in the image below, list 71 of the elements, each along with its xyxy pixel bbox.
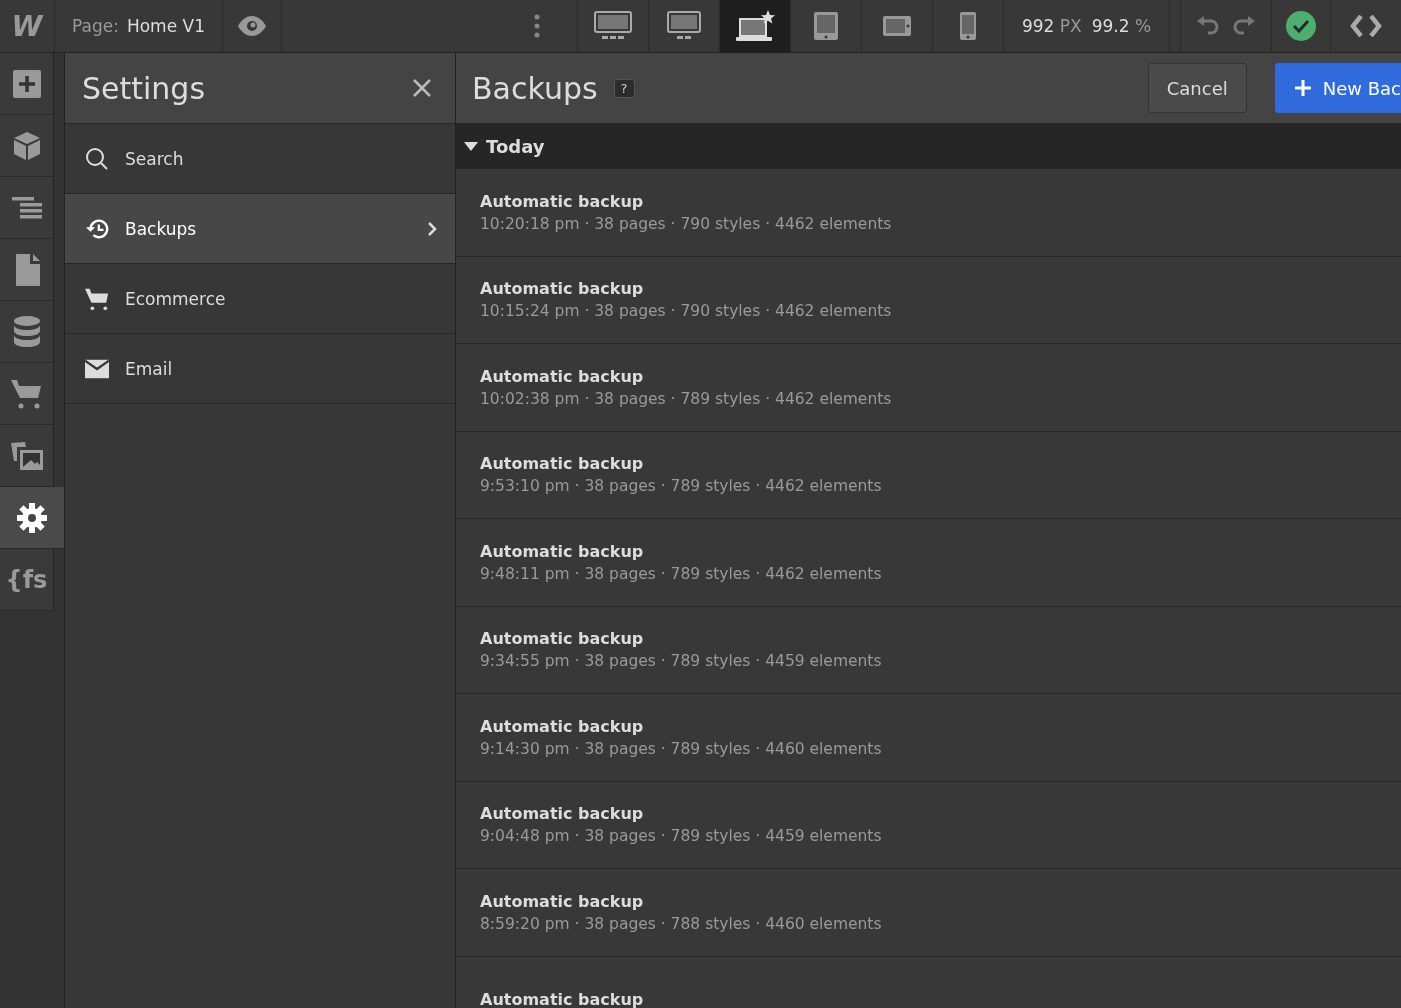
new-backup-button[interactable]: New Bac: [1274, 63, 1401, 113]
cart-icon: [85, 286, 109, 311]
settings-item[interactable]: Email: [65, 334, 455, 404]
backup-title: Automatic backup: [480, 191, 645, 211]
settings-item[interactable]: Backups: [65, 194, 455, 264]
panel-tab[interactable]: [0, 239, 54, 301]
search-icon: [85, 146, 109, 171]
panel-tab[interactable]: {fs: [0, 549, 54, 611]
panel-tab[interactable]: [0, 487, 64, 549]
undo-icon[interactable]: [1197, 16, 1219, 36]
backup-title: Automatic backup: [480, 990, 645, 1008]
desktop-icon: [594, 11, 632, 41]
code-icon[interactable]: [1350, 15, 1382, 37]
backup-details: 9:14:30 pm · 38 pages · 789 styles · 4460 elements: [480, 739, 883, 758]
backup-details: 10:15:24 pm · 38 pages · 790 styles · 4462 elements: [480, 302, 893, 321]
database-icon: [13, 315, 40, 348]
zoom-level: 99.2 %: [1091, 16, 1152, 36]
close-icon[interactable]: [413, 79, 431, 97]
panel-title: Settings: [82, 70, 206, 106]
chevron-icon: [427, 220, 437, 237]
navigator-icon: [11, 196, 42, 219]
backup-title: Automatic backup: [480, 541, 645, 561]
backup-details: 8:59:20 pm · 38 pages · 788 styles · 4460 elements: [480, 914, 883, 933]
desktop-icon: [667, 11, 701, 41]
backup-title: Automatic backup: [480, 454, 645, 474]
cancel-button[interactable]: Cancel: [1147, 63, 1247, 113]
add-icon: [12, 69, 41, 98]
panel-tab[interactable]: [0, 425, 54, 487]
backup-title: Automatic backup: [480, 279, 645, 299]
canvas-width: 992 PX: [1021, 16, 1082, 36]
check-icon[interactable]: [1286, 11, 1316, 41]
tablet-landscape-icon: [882, 15, 912, 37]
backup-details: 10:20:18 pm · 38 pages · 790 styles · 4462 elements: [480, 214, 893, 233]
page-icon: [13, 253, 40, 286]
backup-title: Automatic backup: [480, 891, 645, 911]
backup-title: Automatic backup: [480, 629, 645, 649]
help-button[interactable]: ?: [613, 78, 635, 98]
panel-tab[interactable]: [0, 177, 54, 239]
more-icon[interactable]: [534, 14, 540, 38]
backup-details: 9:04:48 pm · 38 pages · 789 styles · 4459 elements: [480, 827, 883, 846]
preview-icon[interactable]: [238, 16, 266, 36]
backup-details: 9:48:11 pm · 38 pages · 789 styles · 4462 elements: [480, 564, 883, 583]
panel-tab[interactable]: [0, 115, 54, 177]
logo[interactable]: W: [11, 9, 43, 43]
page-selector[interactable]: Page: Home V1: [55, 0, 223, 52]
images-icon: [10, 441, 43, 470]
cart-icon: [10, 378, 43, 409]
laptop-star-icon: [735, 10, 775, 42]
backup-title: Automatic backup: [480, 716, 645, 736]
panel-tab[interactable]: [0, 53, 54, 115]
settings-item[interactable]: Ecommerce: [65, 264, 455, 334]
tablet-icon: [813, 11, 839, 41]
panel-title: Backups: [472, 70, 598, 106]
caret-down-icon: [464, 141, 478, 152]
settings-icon: [17, 502, 47, 533]
backup-details: 9:53:10 pm · 38 pages · 789 styles · 4462 elements: [480, 477, 883, 496]
email-icon: [85, 358, 109, 379]
cube-icon: [12, 130, 41, 161]
panel-tab[interactable]: [0, 301, 54, 363]
backup-title: Automatic backup: [480, 366, 645, 386]
history-icon: [85, 216, 109, 241]
plus-icon: [1294, 80, 1311, 96]
variables-label: {fs: [5, 565, 48, 594]
group-header[interactable]: Today: [456, 124, 1401, 169]
breakpoint-tab[interactable]: [720, 0, 791, 52]
backup-details: 10:02:38 pm · 38 pages · 789 styles · 4462 elements: [480, 389, 893, 408]
phone-icon: [959, 11, 977, 41]
backup-details: 9:34:55 pm · 38 pages · 789 styles · 4459 elements: [480, 652, 883, 671]
backup-title: Automatic backup: [480, 804, 645, 824]
panel-tab[interactable]: [0, 363, 54, 425]
redo-icon[interactable]: [1233, 16, 1255, 36]
